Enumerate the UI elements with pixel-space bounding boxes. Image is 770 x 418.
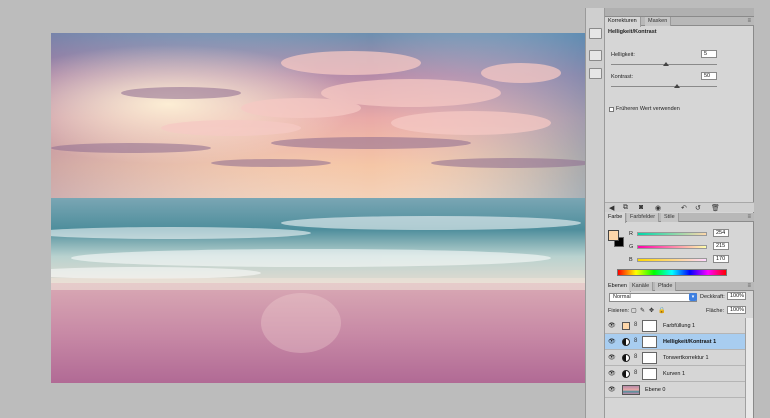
opacity-field[interactable]: 100%: [727, 292, 746, 300]
color-spectrum-bar[interactable]: [617, 269, 727, 276]
adjustments-toolbar: ◀ ⧉ ◙ ◉ ↶ ↺ 🗑: [605, 202, 754, 212]
adjustment-layer-icon: [622, 370, 630, 378]
brightness-slider-thumb[interactable]: [663, 62, 670, 66]
eye-icon[interactable]: 👁: [608, 354, 616, 361]
layer-name: Helligkeit/Kontrast 1: [663, 339, 717, 345]
history-panel-icon[interactable]: [589, 50, 602, 61]
panel-dock: Korrekturen Masken ≡ Helligkeit/Kontrast…: [605, 8, 754, 418]
b-slider[interactable]: [637, 258, 707, 262]
tab-pfade[interactable]: Pfade: [655, 282, 677, 291]
reset-icon[interactable]: ↺: [695, 204, 701, 212]
lock-all-icon[interactable]: 🔒: [658, 307, 665, 314]
layer-mask-thumbnail: [642, 368, 657, 380]
opacity-label: Deckkraft:: [700, 294, 725, 300]
blend-mode-select[interactable]: Normal: [609, 293, 697, 302]
legacy-label: Früheren Wert verwenden: [616, 106, 680, 112]
panel-menu-icon[interactable]: ≡: [747, 18, 751, 24]
g-slider[interactable]: [637, 245, 707, 249]
fill-field[interactable]: 100%: [727, 306, 746, 314]
foreground-color-swatch[interactable]: [608, 230, 619, 241]
beach-photo: [51, 33, 585, 383]
tab-masken[interactable]: Masken: [645, 17, 672, 26]
layer-image-thumbnail: [622, 385, 640, 395]
layer-row[interactable]: 👁 8 Farbfüllung 1: [605, 318, 745, 334]
b-field[interactable]: 170: [713, 255, 729, 263]
layer-row[interactable]: 👁 8 Kurven 1: [605, 366, 745, 382]
layer-mask-thumbnail: [642, 336, 657, 348]
adjustment-title: Helligkeit/Kontrast: [608, 29, 657, 35]
layer-row[interactable]: 👁 8 Tonwertkorrektur 1: [605, 350, 745, 366]
tab-ebenen[interactable]: Ebenen: [605, 282, 631, 292]
lock-pixels-icon[interactable]: ✎: [640, 307, 645, 314]
r-slider[interactable]: [637, 232, 707, 236]
document-canvas[interactable]: [51, 33, 585, 383]
eye-icon[interactable]: 👁: [608, 386, 616, 393]
lock-transparency-icon[interactable]: ▢: [631, 307, 637, 314]
adjustment-layer-icon: [622, 354, 630, 362]
tab-kanaele[interactable]: Kanäle: [629, 282, 654, 291]
tab-stile[interactable]: Stile: [661, 213, 679, 222]
tab-korrekturen[interactable]: Korrekturen: [605, 17, 641, 27]
eye-toggle-icon[interactable]: ◉: [655, 204, 661, 212]
g-label: G: [629, 244, 634, 250]
r-label: R: [629, 231, 633, 237]
layer-name: Kurven 1: [663, 371, 686, 377]
eye-icon[interactable]: 👁: [608, 370, 616, 377]
eye-icon[interactable]: 👁: [608, 322, 616, 329]
chain-icon: 8: [634, 354, 638, 360]
contrast-slider-thumb[interactable]: [673, 84, 680, 88]
chevron-down-icon[interactable]: ▾: [689, 293, 697, 301]
previous-state-icon[interactable]: ↶: [681, 204, 687, 212]
brightness-label: Helligkeit:: [611, 52, 635, 58]
color-tabbar: Farbe Farbfelder Stile ≡: [605, 213, 754, 223]
panel-grip[interactable]: [605, 8, 754, 17]
layer-name: Ebene 0: [645, 387, 666, 393]
contrast-field[interactable]: 50: [701, 72, 717, 80]
tab-farbfelder[interactable]: Farbfelder: [627, 213, 660, 222]
back-arrow-icon[interactable]: ◀: [609, 204, 614, 212]
adjustment-layer-icon: [622, 338, 630, 346]
adjustments-panel-icon[interactable]: [589, 28, 602, 39]
contrast-label: Kontrast:: [611, 74, 634, 80]
chain-icon: 8: [634, 338, 638, 344]
b-label: B: [629, 257, 633, 263]
trash-icon[interactable]: 🗑: [711, 204, 720, 212]
fill-label: Fläche:: [706, 308, 725, 314]
mask-icon[interactable]: ◙: [639, 204, 643, 211]
adjustments-tabbar: Korrekturen Masken ≡: [605, 17, 754, 27]
layers-scrollbar[interactable]: [745, 318, 753, 418]
panel-menu-icon[interactable]: ≡: [747, 283, 751, 289]
layers-list: 👁 8 Farbfüllung 1 👁 8 Helligkeit/Kontras…: [605, 318, 754, 418]
layers-tabbar: Ebenen Kanäle Pfade ≡: [605, 282, 754, 292]
chain-icon: 8: [634, 322, 638, 328]
chain-icon: 8: [634, 370, 638, 376]
panel-icon-strip: [585, 8, 605, 418]
layer-name: Tonwertkorrektur 1: [663, 355, 709, 361]
g-field[interactable]: 215: [713, 242, 729, 250]
lock-label: Fixieren:: [608, 308, 630, 314]
r-field[interactable]: 254: [713, 229, 729, 237]
layer-name: Farbfüllung 1: [663, 323, 696, 329]
layer-row-selected[interactable]: 👁 8 Helligkeit/Kontrast 1: [605, 334, 745, 350]
eye-icon[interactable]: 👁: [608, 338, 616, 345]
fill-color-icon: [622, 322, 630, 330]
layer-mask-thumbnail: [642, 352, 657, 364]
tab-farbe[interactable]: Farbe: [605, 213, 627, 223]
lock-position-icon[interactable]: ✥: [649, 307, 654, 314]
layer-comps-panel-icon[interactable]: [589, 68, 602, 79]
clip-layer-icon[interactable]: ⧉: [623, 204, 628, 212]
brightness-field[interactable]: 5: [701, 50, 717, 58]
legacy-checkbox[interactable]: [609, 107, 614, 112]
layer-mask-thumbnail: [642, 320, 657, 332]
contrast-slider-track[interactable]: [611, 86, 717, 87]
layer-row[interactable]: 👁 Ebene 0: [605, 382, 745, 398]
panel-menu-icon[interactable]: ≡: [747, 214, 751, 220]
